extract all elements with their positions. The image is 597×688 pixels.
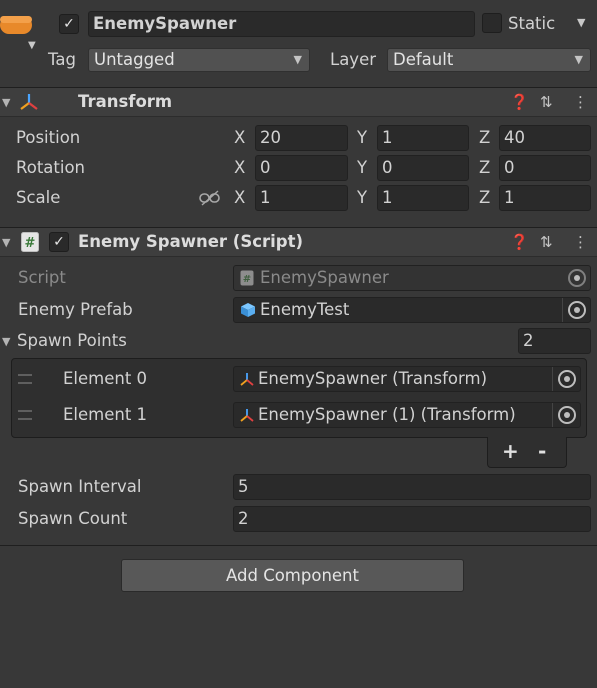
static-checkbox[interactable] <box>482 13 502 33</box>
transform-icon <box>20 94 38 110</box>
more-icon[interactable]: ⋮ <box>573 228 588 256</box>
spawn-points-list: Element 0 EnemySpawner (Transform) Eleme… <box>11 358 587 438</box>
fold-arrow-icon[interactable]: ▼ <box>2 236 10 249</box>
spawn-count-label: Spawn Count <box>18 509 128 528</box>
enemy-prefab-field[interactable]: EnemyTest <box>233 297 591 323</box>
list-item: Element 1 EnemySpawner (1) (Transform) <box>12 395 586 435</box>
spawn-points-fold-icon[interactable]: ▼ <box>2 335 10 348</box>
transform-icon <box>240 409 254 422</box>
rotation-label: Rotation <box>16 158 86 177</box>
chevron-down-icon: ▼ <box>293 53 302 66</box>
rotation-x-label[interactable]: X <box>234 157 245 179</box>
active-checkbox[interactable]: ✓ <box>59 14 79 34</box>
icon-dropdown-arrow[interactable]: ▼ <box>28 40 36 51</box>
enemy-prefab-label: Enemy Prefab <box>18 300 133 319</box>
script-value: EnemySpawner <box>260 268 389 287</box>
transform-icon <box>240 373 254 386</box>
fold-arrow-icon[interactable]: ▼ <box>2 96 10 109</box>
transform-header[interactable]: ▼ Transform ❓ ⇅ ⋮ <box>0 87 597 117</box>
scale-z-label[interactable]: Z <box>479 187 490 209</box>
section-divider <box>0 545 597 546</box>
rotation-z-field[interactable]: 0 <box>499 155 591 181</box>
cube-icon <box>0 16 32 34</box>
element-0-value: EnemySpawner (Transform) <box>258 369 488 388</box>
position-x-label[interactable]: X <box>234 127 245 149</box>
spawner-enabled-checkbox[interactable]: ✓ <box>49 232 69 252</box>
position-z-label[interactable]: Z <box>479 127 490 149</box>
preset-icon[interactable]: ⇅ <box>540 88 553 116</box>
help-icon[interactable]: ❓ <box>510 88 529 116</box>
layer-label: Layer <box>330 50 377 69</box>
spawner-title: Enemy Spawner (Script) <box>78 232 304 251</box>
object-picker-icon[interactable] <box>558 370 576 388</box>
enemy-prefab-value: EnemyTest <box>260 300 350 319</box>
spawn-points-size-field[interactable]: 2 <box>518 328 591 354</box>
element-1-label: Element 1 <box>63 405 148 424</box>
drag-handle-icon[interactable] <box>18 410 32 420</box>
drag-handle-icon[interactable] <box>18 374 32 384</box>
object-picker-icon[interactable] <box>558 406 576 424</box>
transform-title: Transform <box>78 92 173 111</box>
help-icon[interactable]: ❓ <box>510 228 529 256</box>
rotation-y-label[interactable]: Y <box>357 157 367 179</box>
rotation-z-label[interactable]: Z <box>479 157 490 179</box>
object-picker-icon[interactable] <box>568 301 586 319</box>
svg-text:#: # <box>25 236 36 251</box>
scale-label: Scale <box>16 188 61 207</box>
element-1-value: EnemySpawner (1) (Transform) <box>258 405 516 424</box>
game-object-icon[interactable] <box>0 14 32 36</box>
picker-divider <box>552 367 553 391</box>
script-icon: # <box>240 270 254 286</box>
spawner-header[interactable]: ▼ # ✓ Enemy Spawner (Script) ❓ ⇅ ⋮ <box>0 227 597 257</box>
preset-icon[interactable]: ⇅ <box>540 228 553 256</box>
element-1-field[interactable]: EnemySpawner (1) (Transform) <box>233 402 581 428</box>
chevron-down-icon: ▼ <box>574 53 583 66</box>
object-name-field[interactable]: EnemySpawner <box>88 11 475 37</box>
position-y-field[interactable]: 1 <box>377 125 469 151</box>
position-y-label[interactable]: Y <box>357 127 367 149</box>
element-0-label: Element 0 <box>63 369 148 388</box>
scale-y-label[interactable]: Y <box>357 187 367 209</box>
position-label: Position <box>16 128 81 147</box>
scale-x-label[interactable]: X <box>234 187 245 209</box>
spawn-count-field[interactable]: 2 <box>233 506 591 532</box>
script-field: # EnemySpawner <box>233 265 591 291</box>
script-icon: # <box>21 232 39 252</box>
scale-x-field[interactable]: 1 <box>255 185 348 211</box>
rotation-y-field[interactable]: 0 <box>377 155 469 181</box>
picker-divider <box>562 298 563 322</box>
spawn-points-label[interactable]: Spawn Points <box>17 330 127 352</box>
list-item: Element 0 EnemySpawner (Transform) <box>12 359 586 399</box>
svg-text:#: # <box>243 274 251 285</box>
element-0-field[interactable]: EnemySpawner (Transform) <box>233 366 581 392</box>
more-icon[interactable]: ⋮ <box>573 88 588 116</box>
remove-element-button[interactable]: - <box>538 439 546 463</box>
tag-dropdown[interactable]: Untagged ▼ <box>88 48 310 72</box>
list-footer: + - <box>487 437 567 468</box>
layer-value: Default <box>393 50 454 69</box>
rotation-x-field[interactable]: 0 <box>255 155 348 181</box>
position-z-field[interactable]: 40 <box>499 125 591 151</box>
tag-value: Untagged <box>94 50 175 69</box>
layer-dropdown[interactable]: Default ▼ <box>387 48 591 72</box>
position-x-field[interactable]: 20 <box>255 125 348 151</box>
link-icon[interactable] <box>199 190 221 206</box>
object-picker-icon <box>568 269 586 287</box>
picker-divider <box>552 403 553 427</box>
add-component-button[interactable]: Add Component <box>121 559 464 592</box>
prefab-icon <box>241 303 255 317</box>
tag-label: Tag <box>48 50 76 69</box>
spawn-interval-field[interactable]: 5 <box>233 474 591 500</box>
add-element-button[interactable]: + <box>502 439 519 463</box>
scale-z-field[interactable]: 1 <box>499 185 591 211</box>
static-dropdown-arrow[interactable]: ▼ <box>577 16 585 29</box>
static-label: Static <box>508 14 556 33</box>
scale-y-field[interactable]: 1 <box>377 185 469 211</box>
spawn-interval-label: Spawn Interval <box>18 477 142 496</box>
script-label: Script <box>18 268 66 287</box>
